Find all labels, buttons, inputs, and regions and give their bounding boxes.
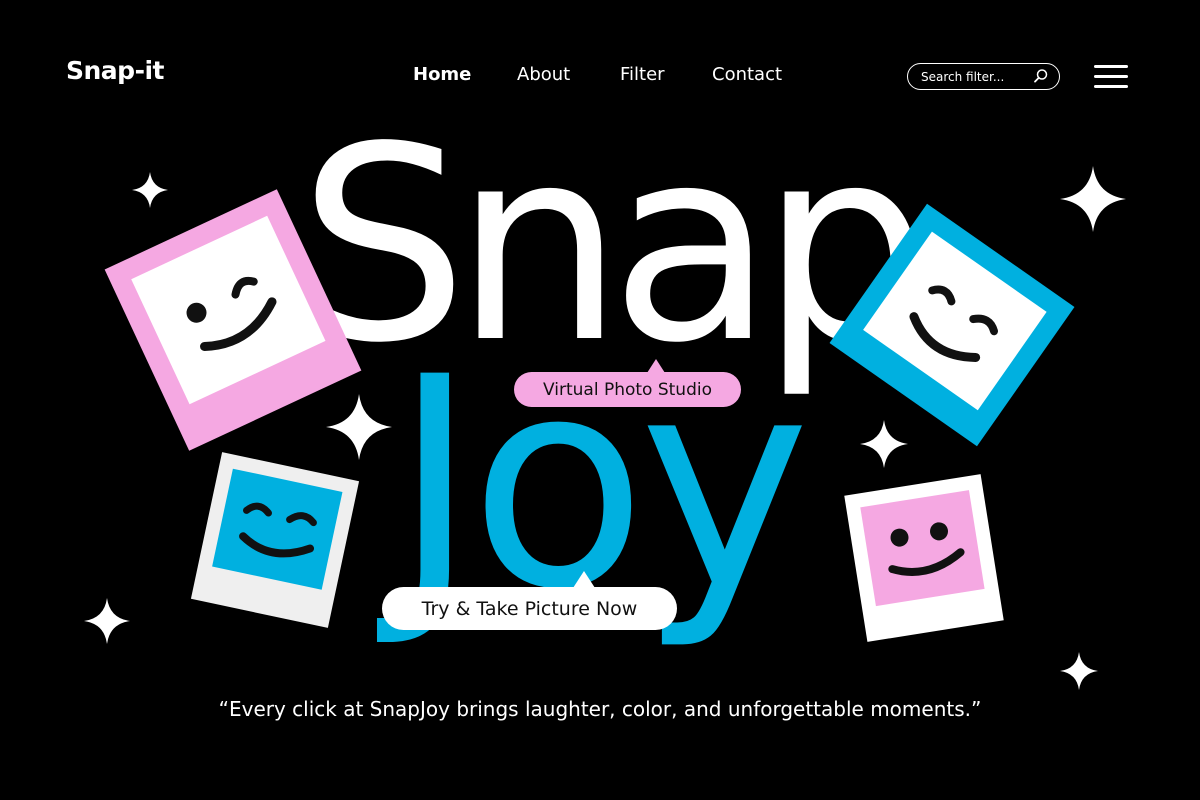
sparkle-icon [1060, 652, 1098, 690]
smiley-face-icon [186, 276, 277, 352]
studio-label-bubble: Virtual Photo Studio [514, 359, 741, 407]
smiley-face-icon [239, 502, 317, 558]
sparkle-icon [326, 394, 392, 460]
sparkle-icon [132, 172, 168, 208]
polaroid-white-pink [844, 474, 1004, 642]
search-icon[interactable] [1033, 68, 1049, 84]
nav-filter[interactable]: Filter [620, 64, 665, 85]
smiley-face-icon [888, 522, 965, 576]
hamburger-menu-icon[interactable] [1094, 65, 1128, 89]
sparkle-icon [1060, 166, 1126, 232]
nav-contact[interactable]: Contact [712, 64, 782, 85]
sparkle-icon [860, 420, 908, 468]
logo[interactable]: Snap-it [66, 56, 164, 85]
polaroid-white-blue [190, 452, 360, 628]
sparkle-icon [84, 598, 130, 644]
smiley-face-icon [909, 285, 999, 362]
take-picture-button[interactable]: Try & Take Picture Now [382, 571, 677, 630]
nav-home[interactable]: Home [413, 64, 471, 85]
search-input[interactable] [921, 68, 1026, 86]
search-box[interactable] [907, 63, 1060, 90]
tagline: “Every click at SnapJoy brings laughter,… [218, 697, 982, 721]
nav-about[interactable]: About [517, 64, 570, 85]
